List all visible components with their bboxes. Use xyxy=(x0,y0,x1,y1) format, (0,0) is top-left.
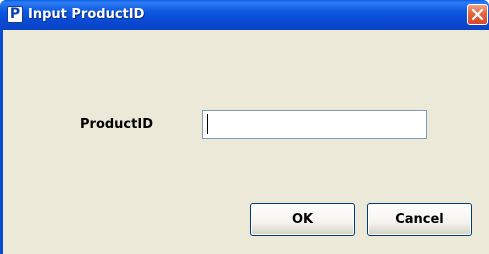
window-title: Input ProductID xyxy=(28,7,145,22)
dialog-window: P Input ProductID ProductID OK Cancel xyxy=(0,0,489,254)
app-p-icon[interactable]: P xyxy=(7,6,23,23)
dialog-body: ProductID OK Cancel xyxy=(3,30,489,254)
ok-button[interactable]: OK xyxy=(250,203,355,236)
title-bar[interactable]: P Input ProductID xyxy=(0,0,489,30)
app-icon-letter: P xyxy=(9,6,21,22)
close-icon xyxy=(471,8,484,21)
close-button[interactable] xyxy=(467,4,488,25)
cancel-button[interactable]: Cancel xyxy=(367,203,472,236)
text-caret xyxy=(207,114,208,134)
productid-input[interactable] xyxy=(202,110,427,139)
productid-label: ProductID xyxy=(80,117,153,132)
